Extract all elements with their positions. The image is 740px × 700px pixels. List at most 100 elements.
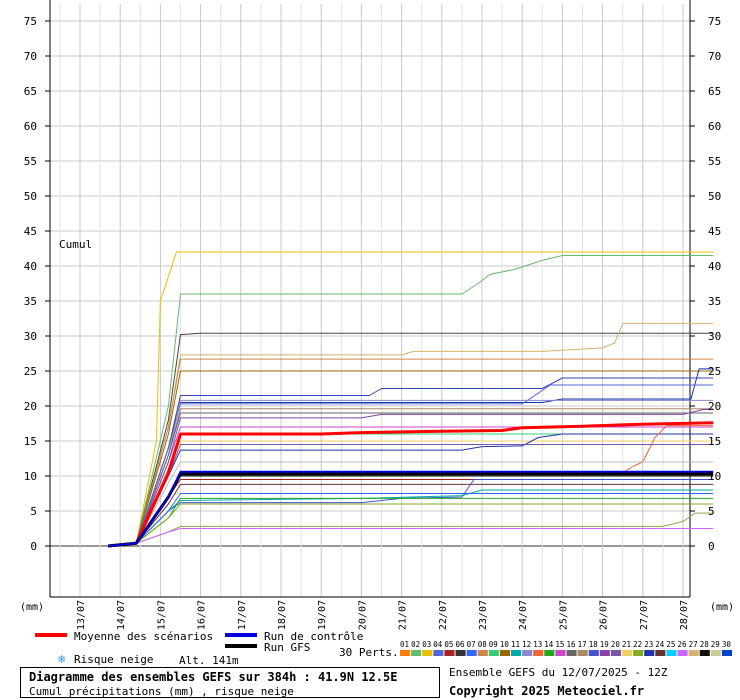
y-tick-label-right: 75: [708, 15, 721, 28]
pert-swatch: [699, 650, 710, 656]
y-tick-label-left: 55: [24, 155, 37, 168]
pert-label: 12: [522, 640, 531, 649]
pert-swatch: [688, 650, 699, 656]
y-axis-unit-left: (mm): [20, 602, 44, 613]
diagram-title: Diagramme des ensembles GEFS sur 384h : …: [29, 670, 398, 684]
pert-label: 21: [622, 640, 631, 649]
pert-swatch: [622, 650, 633, 656]
chart-label: Cumul: [59, 238, 92, 251]
pert-swatch: [444, 650, 455, 656]
y-tick-label-right: 0: [708, 540, 715, 553]
y-tick-label-left: 5: [30, 505, 37, 518]
pert-label: 24: [655, 640, 665, 649]
y-tick-label-left: 35: [24, 295, 37, 308]
pert-swatch: [488, 650, 499, 656]
y-tick-label-right: 10: [708, 470, 721, 483]
ensemble-run-info: Ensemble GEFS du 12/07/2025 - 12Z: [449, 666, 668, 679]
pert-label: 27: [689, 640, 698, 649]
pert-swatch: [433, 650, 444, 656]
diagram-info-box: Diagramme des ensembles GEFS sur 384h : …: [20, 667, 440, 698]
pert-swatch: [577, 650, 588, 656]
x-tick-label: 17/07: [237, 600, 248, 630]
pert-swatch: [610, 650, 621, 656]
pert-swatch: [566, 650, 577, 656]
x-tick-label: 13/07: [76, 600, 87, 630]
y-tick-label-left: 65: [24, 85, 37, 98]
legend-swatch-mean: [35, 633, 67, 637]
pert-swatch: [633, 650, 644, 656]
y-tick-label-right: 15: [708, 435, 721, 448]
snowflake-icon: ❄: [58, 652, 65, 666]
x-tick-label: 25/07: [558, 600, 569, 630]
y-tick-label-right: 70: [708, 50, 721, 63]
pert-label: 16: [567, 640, 577, 649]
y-axis-unit-right: (mm): [710, 602, 734, 613]
y-tick-label-right: 45: [708, 225, 721, 238]
x-tick-label: 24/07: [518, 600, 529, 630]
pert-label: 10: [500, 640, 510, 649]
pert-label: 05: [444, 640, 453, 649]
x-tick-label: 26/07: [599, 600, 610, 630]
legend: Moyenne des scénarios Run de contrôle Ru…: [35, 630, 732, 667]
y-tick-label-left: 0: [30, 540, 37, 553]
ensemble-chart: 0 05 510 1015 1520 2025 2530 3035 3540 4045 4550 50…: [20, 0, 734, 667]
pert-label: 09: [489, 640, 498, 649]
y-tick-label-left: 15: [24, 435, 37, 448]
pert-swatch: [588, 650, 599, 656]
pert-label: 08: [478, 640, 488, 649]
pert-label: 18: [589, 640, 599, 649]
y-tick-label-left: 25: [24, 365, 37, 378]
x-tick-label: 23/07: [478, 600, 489, 630]
x-tick-label: 27/07: [639, 600, 650, 630]
pert-swatch: [400, 650, 411, 656]
y-tick-label-left: 50: [24, 190, 37, 203]
pert-swatch: [599, 650, 610, 656]
x-tick-label: 18/07: [277, 600, 288, 630]
copyright: Copyright 2025 Meteociel.fr: [449, 684, 645, 698]
y-tick-label-right: 20: [708, 400, 721, 413]
pert-label: 17: [578, 640, 587, 649]
y-tick-label-right: 25: [708, 365, 721, 378]
y-tick-label-left: 45: [24, 225, 37, 238]
pert-swatch: [511, 650, 522, 656]
x-tick-label: 19/07: [317, 600, 328, 630]
pert-swatch: [466, 650, 477, 656]
legend-swatch-control: [225, 633, 257, 637]
pert-label: 22: [633, 640, 642, 649]
y-tick-label-right: 5: [708, 505, 715, 518]
pert-swatch: [655, 650, 666, 656]
y-tick-label-right: 35: [708, 295, 721, 308]
x-tick-label: 16/07: [197, 600, 208, 630]
y-tick-label-left: 60: [24, 120, 37, 133]
x-tick-label: 20/07: [357, 600, 368, 630]
x-tick-label: 15/07: [156, 600, 167, 630]
pert-label: 07: [467, 640, 476, 649]
pert-label: 06: [456, 640, 466, 649]
pert-label: 03: [422, 640, 431, 649]
y-tick-label-left: 75: [24, 15, 37, 28]
pert-label: 20: [611, 640, 621, 649]
legend-label-mean: Moyenne des scénarios: [74, 630, 213, 643]
pert-swatch: [411, 650, 422, 656]
y-tick-label-right: 50: [708, 190, 721, 203]
legend-label-gfs: Run GFS: [264, 641, 310, 654]
y-tick-label-right: 55: [708, 155, 721, 168]
pert-label: 13: [533, 640, 542, 649]
y-tick-label-left: 40: [24, 260, 37, 273]
y-tick-label-right: 60: [708, 120, 721, 133]
pert-label: 01: [400, 640, 409, 649]
pert-label: 25: [666, 640, 675, 649]
pert-label: 29: [711, 640, 720, 649]
pert-label: 23: [644, 640, 653, 649]
y-tick-label-left: 70: [24, 50, 37, 63]
pert-swatch: [555, 650, 566, 656]
legend-label-snow: Risque neige: [74, 653, 153, 666]
pert-swatch: [721, 650, 732, 656]
altitude-label: Alt. 141m: [179, 654, 239, 667]
pert-swatch: [455, 650, 466, 656]
y-tick-label-left: 10: [24, 470, 37, 483]
y-tick-label-left: 20: [24, 400, 37, 413]
y-tick-label-right: 30: [708, 330, 721, 343]
pert-swatch: [522, 650, 533, 656]
x-tick-label: 21/07: [398, 600, 409, 630]
